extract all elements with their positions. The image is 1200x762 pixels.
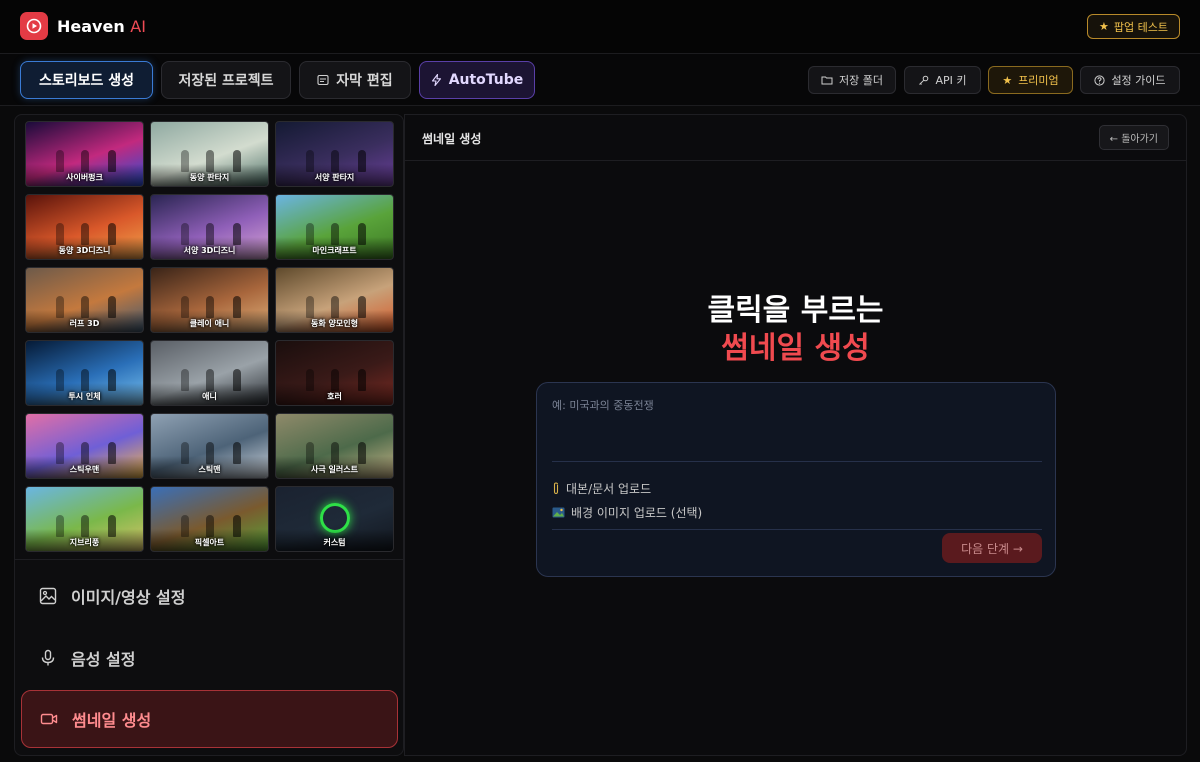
help-icon [1094, 74, 1106, 86]
style-card-label: 동양 판타지 [189, 173, 230, 182]
style-card[interactable]: 픽셀아트 [150, 486, 269, 552]
style-card-label: 스틱맨 [198, 465, 221, 474]
style-card-label: 애니 [202, 392, 217, 401]
hero-title-line2: 썸네일 생성 [721, 331, 870, 366]
style-card[interactable]: 스틱맨 [150, 413, 269, 479]
app-title: Heaven AI [57, 17, 146, 36]
tab-saved-projects[interactable]: 저장된 프로젝트 [161, 61, 291, 99]
style-card[interactable]: 호러 [275, 340, 394, 406]
save-folder-button[interactable]: 저장 폴더 [808, 66, 896, 94]
style-card-label: 투시 인체 [68, 392, 101, 401]
style-card[interactable]: 동양 3D디즈니 [25, 194, 144, 260]
style-card-label: 동양 3D디즈니 [58, 246, 111, 255]
style-card-label: 커스텀 [323, 538, 346, 547]
style-card-label: 호러 [327, 392, 342, 401]
paperclip-icon [552, 482, 560, 495]
style-card-label: 지브리풍 [69, 538, 100, 547]
style-card[interactable]: 동화 양모인형 [275, 267, 394, 333]
divider [15, 559, 403, 560]
style-card[interactable]: 사이버펑크 [25, 121, 144, 187]
tab-autotube[interactable]: AutoTube [419, 61, 535, 99]
style-card[interactable]: 애니 [150, 340, 269, 406]
style-card-label: 사이버펑크 [66, 173, 103, 182]
image-icon [39, 587, 57, 605]
style-card[interactable]: 클레이 애니 [150, 267, 269, 333]
top-bar: Heaven AI ★ 팝업 테스트 [0, 0, 1200, 54]
topic-input[interactable] [552, 397, 1042, 457]
style-card-label: 서양 판타지 [314, 173, 355, 182]
style-card-label: 클레이 애니 [189, 319, 230, 328]
divider [552, 461, 1042, 462]
style-card[interactable]: 투시 인체 [25, 340, 144, 406]
next-step-button[interactable]: 다음 단계 → [942, 533, 1042, 563]
style-card[interactable]: 러프 3D [25, 267, 144, 333]
divider [552, 529, 1042, 530]
upload-script-button[interactable]: 대본/문서 업로드 [552, 480, 651, 497]
lightning-icon [431, 74, 442, 86]
left-panel: 사이버펑크 동양 판타지 서양 판타지동양 3D디즈니 서양 3D디즈니 마인크래프트러… [14, 114, 404, 756]
style-card[interactable]: 서양 판타지 [275, 121, 394, 187]
app-logo-icon [20, 12, 48, 40]
style-card[interactable]: 커스텀 [275, 486, 394, 552]
picture-icon [552, 507, 565, 518]
style-card-label: 러프 3D [69, 319, 100, 328]
style-card[interactable]: 스틱우맨 [25, 413, 144, 479]
style-card[interactable]: 서양 3D디즈니 [150, 194, 269, 260]
star-icon: ★ [1099, 20, 1109, 33]
style-card-label: 마인크래프트 [312, 246, 357, 255]
style-card[interactable]: 마인크래프트 [275, 194, 394, 260]
style-card[interactable]: 지브리풍 [25, 486, 144, 552]
panel-header: 썸네일 생성 ← 돌아가기 [405, 115, 1186, 161]
style-grid: 사이버펑크 동양 판타지 서양 판타지동양 3D디즈니 서양 3D디즈니 마인크래프트러… [25, 121, 395, 552]
panel-title: 썸네일 생성 [422, 132, 482, 146]
menu-thumbnail-generation[interactable]: 썸네일 생성 [21, 690, 398, 748]
style-card[interactable]: 동양 판타지 [150, 121, 269, 187]
nav-row: 스토리보드 생성 저장된 프로젝트 자막 편집 AutoTube 저장 폴더 A… [0, 54, 1200, 106]
thumbnail-panel: 썸네일 생성 ← 돌아가기 클릭을 부르는 썸네일 생성 대본/문서 업로드 배… [404, 114, 1187, 756]
style-card-label: 사극 일러스트 [311, 465, 358, 474]
tab-storyboard[interactable]: 스토리보드 생성 [20, 61, 153, 99]
style-card-label: 픽셀아트 [194, 538, 225, 547]
premium-button[interactable]: ★ 프리미엄 [988, 66, 1073, 94]
subtitle-icon [317, 74, 329, 86]
key-icon [918, 75, 929, 86]
tab-subtitle-edit[interactable]: 자막 편집 [299, 61, 411, 99]
style-card-label: 스틱우맨 [69, 465, 100, 474]
menu-voice-settings[interactable]: 음성 설정 [21, 629, 398, 687]
upload-background-button[interactable]: 배경 이미지 업로드 (선택) [552, 504, 702, 521]
microphone-icon [39, 649, 57, 667]
api-key-button[interactable]: API 키 [904, 66, 981, 94]
style-card-label: 서양 3D디즈니 [183, 246, 236, 255]
folder-icon [821, 75, 833, 85]
popup-test-button[interactable]: ★ 팝업 테스트 [1087, 14, 1180, 39]
topic-input-box: 대본/문서 업로드 배경 이미지 업로드 (선택) 다음 단계 → [536, 382, 1056, 577]
menu-image-video-settings[interactable]: 이미지/영상 설정 [21, 567, 398, 625]
star-icon: ★ [1002, 73, 1013, 87]
setup-guide-button[interactable]: 설정 가이드 [1080, 66, 1180, 94]
back-button[interactable]: ← 돌아가기 [1098, 125, 1169, 150]
style-card-label: 동화 양모인형 [311, 319, 358, 328]
video-camera-icon [40, 710, 58, 728]
style-card[interactable]: 사극 일러스트 [275, 413, 394, 479]
